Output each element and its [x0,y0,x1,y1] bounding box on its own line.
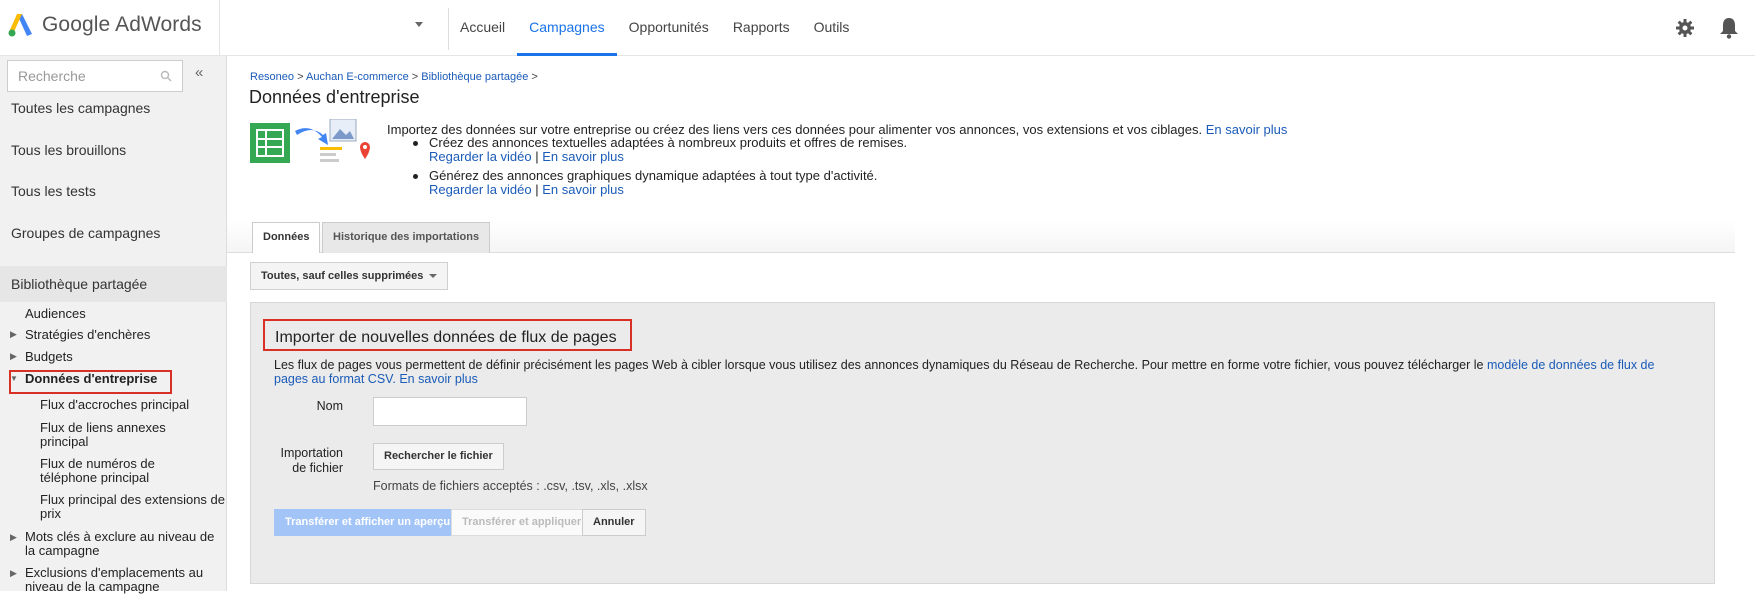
breadcrumb-sep: > [297,71,304,83]
bullet-text: Générez des annonces graphiques dynamiqu… [429,168,878,183]
adwords-logo[interactable]: Google AdWords [8,12,202,38]
file-import-label: Importation de fichier [261,446,343,476]
tab-donnees[interactable]: Données [252,222,321,253]
learn-more-link[interactable]: En savoir plus [1206,122,1288,137]
name-label: Nom [316,399,343,413]
highlight-box [9,370,172,394]
sidebar-item-placement-exclusions[interactable]: Exclusions d'emplacements au niveau de l… [25,566,220,594]
expand-triangle-icon[interactable]: ▶ [10,568,17,579]
upload-apply-button[interactable]: Transférer et appliquer [451,509,593,536]
sidebar-item-audiences[interactable]: Audiences [25,307,86,321]
sidebar-item-phone-feed[interactable]: Flux de numéros de téléphone principal [40,457,190,485]
sidebar: Recherche « Toutes les campagnes Tous le… [0,56,227,594]
business-data-illustration [250,119,370,163]
main-nav: Accueil Campagnes Opportunités Rapports … [448,0,861,56]
sidebar-item-shared-library[interactable]: Bibliothèque partagée [11,276,147,292]
watch-video-link[interactable]: Regarder la vidéo [429,182,532,197]
sidebar-item-bid-strategies[interactable]: Stratégies d'enchères [25,328,150,342]
breadcrumb-link[interactable]: Resoneo [250,71,294,83]
breadcrumb: Resoneo > Auchan E-commerce > Bibliothèq… [250,71,538,83]
bullet-dot [413,141,418,146]
link-sep: | [535,182,539,197]
bullet-dot [413,174,418,179]
breadcrumb-link[interactable]: Auchan E-commerce [306,71,409,83]
search-input[interactable]: Recherche [7,60,183,92]
chevron-down-icon [429,274,438,279]
nav-item-opportunites[interactable]: Opportunités [617,0,721,56]
search-placeholder: Recherche [18,68,86,84]
sidebar-item-callout-feed[interactable]: Flux d'accroches principal [40,398,225,412]
nav-item-accueil[interactable]: Accueil [448,0,517,56]
sidebar-item-budgets[interactable]: Budgets [25,350,73,364]
top-bar: Google AdWords Accueil Campagnes Opportu… [0,0,1755,56]
cancel-button[interactable]: Annuler [582,509,646,536]
page-title: Données d'entreprise [249,87,420,107]
learn-more-link[interactable]: En savoir plus [542,182,624,197]
expand-triangle-icon[interactable]: ▶ [10,329,17,340]
sidebar-item-all-campaigns[interactable]: Toutes les campagnes [11,100,150,116]
nav-item-outils[interactable]: Outils [802,0,862,56]
name-input[interactable] [373,397,527,426]
import-panel-title: Importer de nouvelles données de flux de… [275,329,617,346]
bullet-text: Créez des annonces textuelles adaptées à… [429,135,908,150]
status-filter-dropdown[interactable]: Toutes, sauf celles supprimées [250,262,449,290]
expand-triangle-icon[interactable]: ▶ [10,351,17,362]
sidebar-item-campaign-groups[interactable]: Groupes de campagnes [11,225,160,241]
filter-label: Toutes, sauf celles supprimées [261,270,424,282]
upload-preview-button[interactable]: Transférer et afficher un aperçu [274,509,462,536]
sidebar-item-all-tests[interactable]: Tous les tests [11,183,96,199]
breadcrumb-sep: > [411,71,419,83]
breadcrumb-link[interactable]: Bibliothèque partagée [421,71,528,83]
bell-icon[interactable] [1719,17,1739,39]
accepted-formats-text: Formats de fichiers acceptés : .csv, .ts… [373,479,648,493]
watch-video-link[interactable]: Regarder la vidéo [429,149,532,164]
learn-more-link[interactable]: En savoir plus [542,149,624,164]
bullet-item: Générez des annonces graphiques dynamiqu… [429,169,877,197]
sidebar-item-negative-keywords[interactable]: Mots clés à exclure au niveau de la camp… [25,530,225,558]
tab-import-history[interactable]: Historique des importations [322,222,491,253]
account-dropdown-caret-icon[interactable] [415,22,423,27]
adwords-logo-icon [8,14,32,37]
collapse-sidebar-button[interactable]: « [195,64,203,81]
sidebar-item-sitelinks-feed[interactable]: Flux de liens annexes principal [40,421,190,449]
divider [219,0,220,56]
breadcrumb-sep: > [531,71,538,83]
nav-item-campagnes[interactable]: Campagnes [517,0,617,56]
main-content: Resoneo > Auchan E-commerce > Bibliothèq… [227,56,1755,591]
sidebar-item-price-feed[interactable]: Flux principal des extensions de prix [40,493,225,521]
nav-item-rapports[interactable]: Rapports [721,0,802,56]
import-panel: Importer de nouvelles données de flux de… [250,302,1715,584]
gear-icon[interactable] [1675,18,1695,38]
expand-triangle-icon[interactable]: ▶ [10,532,17,543]
browse-file-button[interactable]: Rechercher le fichier [373,443,504,470]
sidebar-item-all-drafts[interactable]: Tous les brouillons [11,142,126,158]
bullet-item: Créez des annonces textuelles adaptées à… [429,136,907,164]
import-panel-description: Les flux de pages vous permettent de déf… [274,358,1674,386]
logo-text: Google AdWords [42,13,202,36]
file-import-label-line: Importation [280,446,343,460]
file-import-label-line: de fichier [292,461,343,475]
link-sep: | [535,149,539,164]
search-icon [160,70,172,82]
import-description-text: Les flux de pages vous permettent de déf… [274,358,1484,372]
learn-more-link[interactable]: En savoir plus [399,372,478,386]
